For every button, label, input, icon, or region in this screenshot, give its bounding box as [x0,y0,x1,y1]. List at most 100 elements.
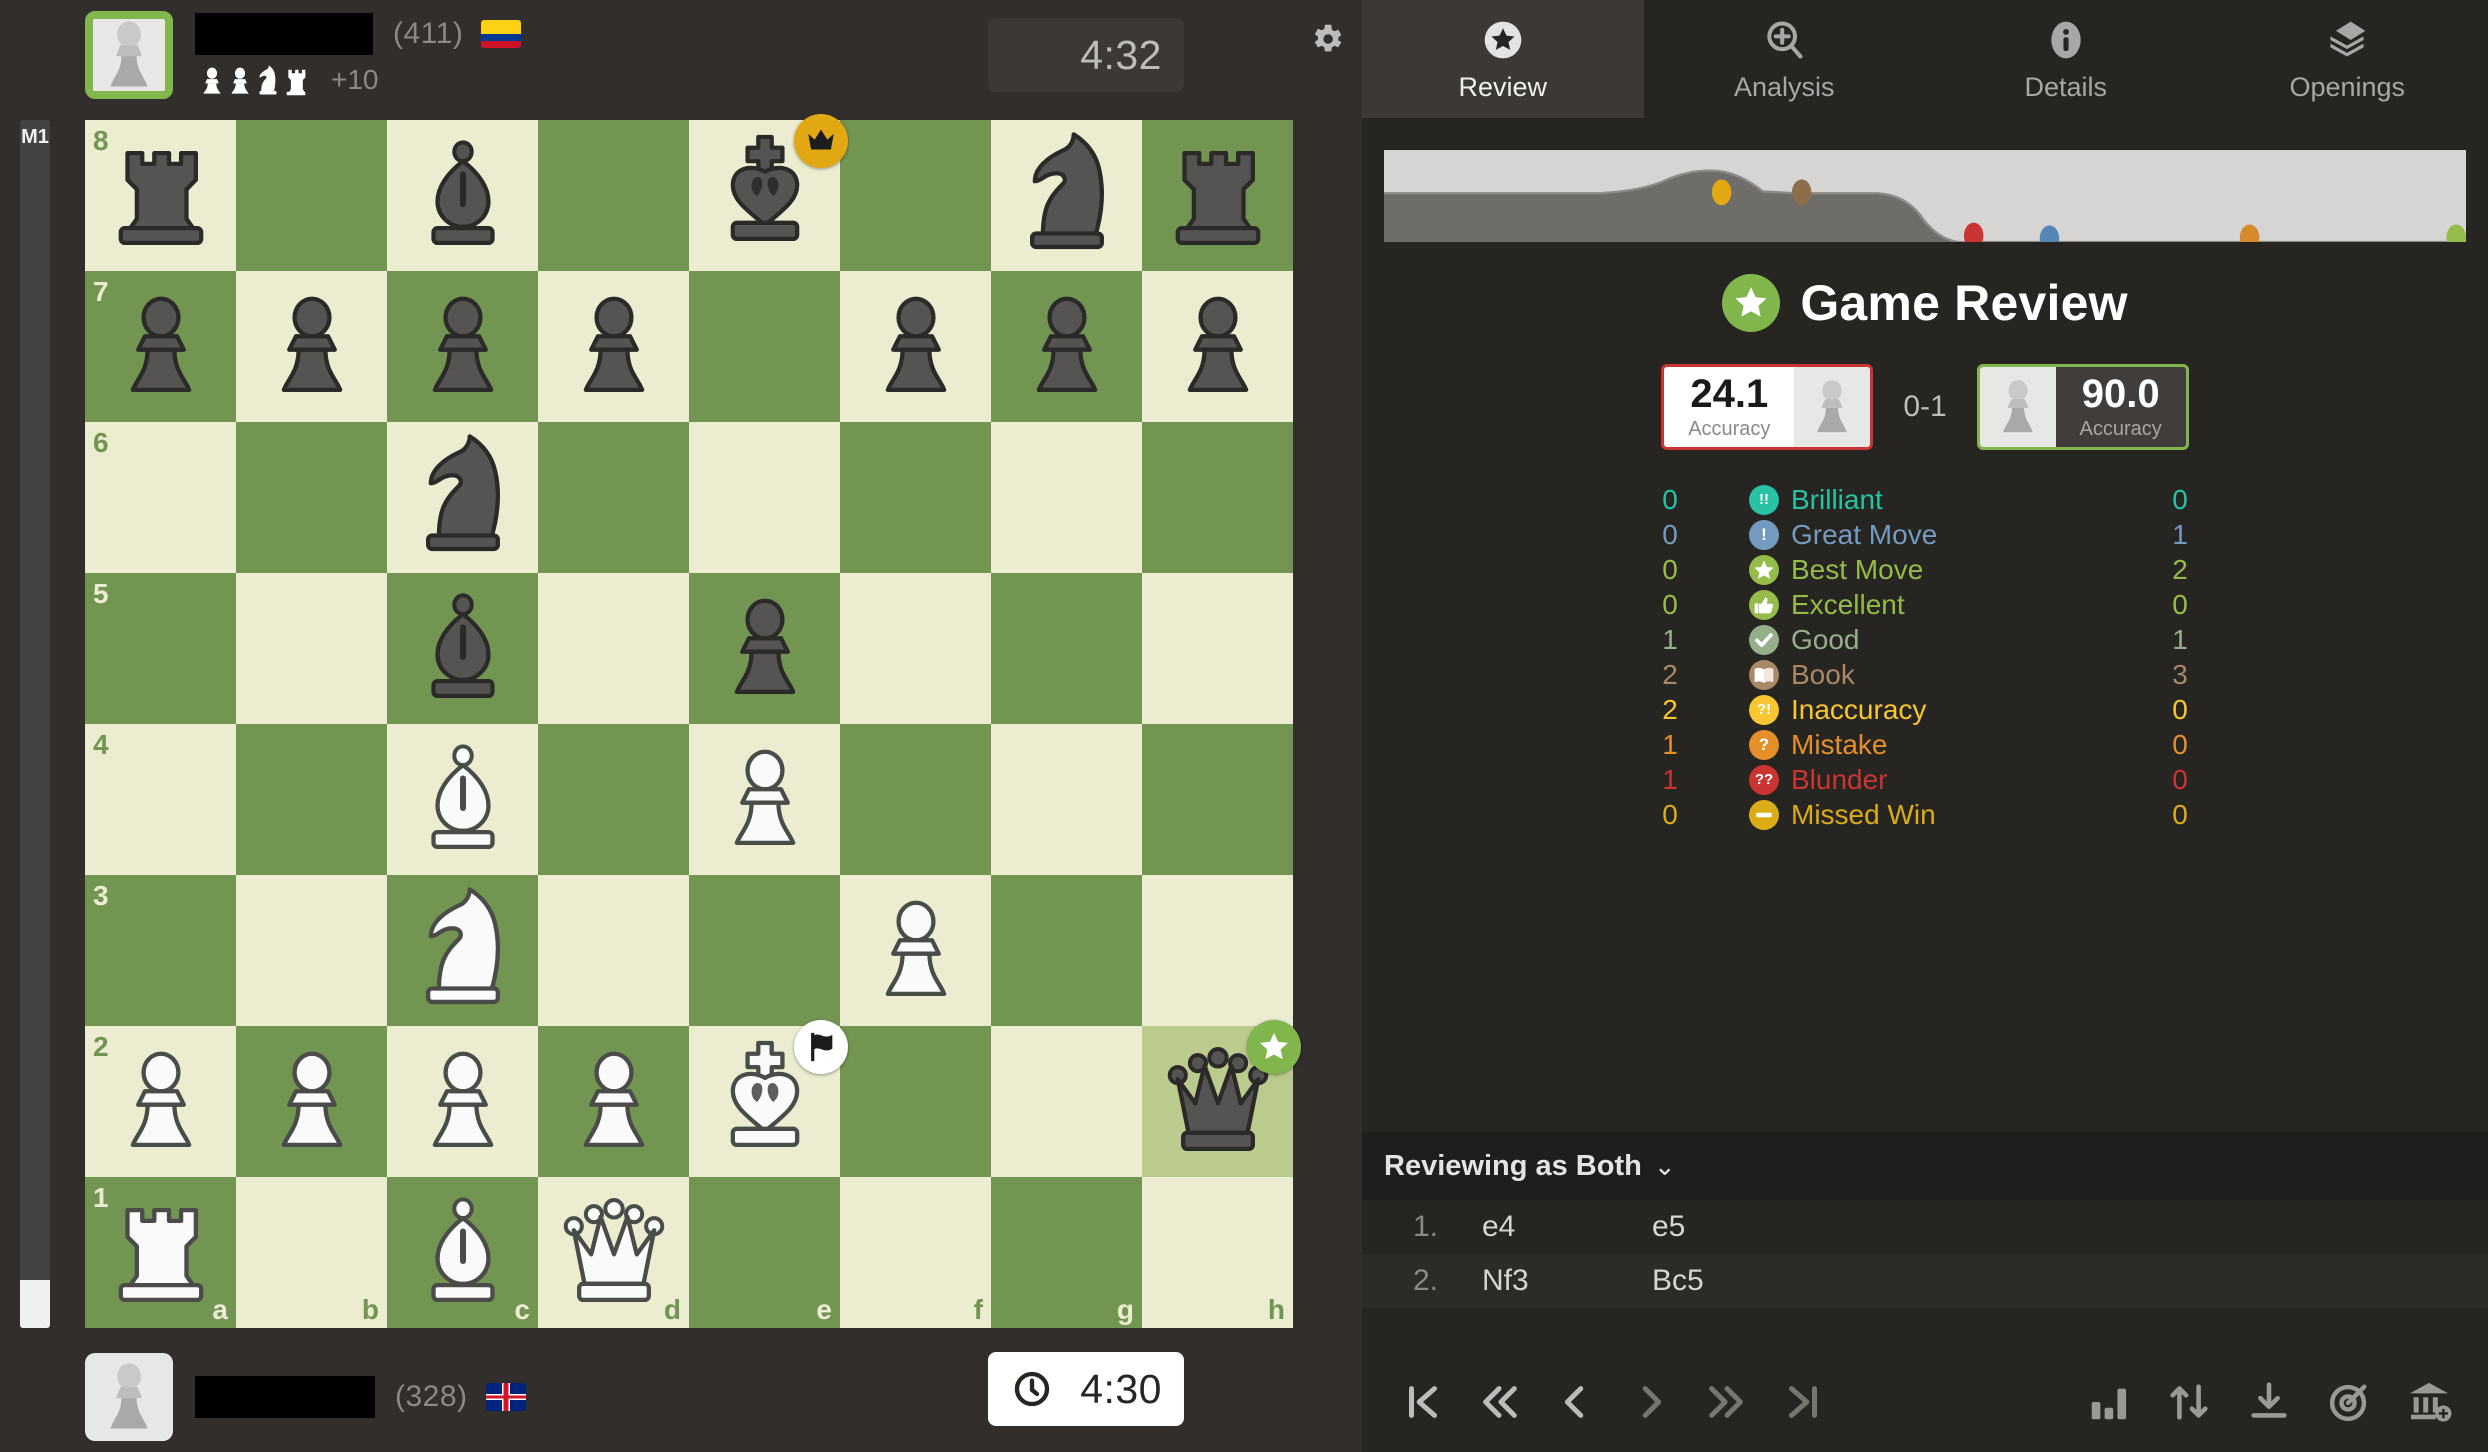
board-square-f3[interactable] [840,875,991,1026]
piece-white-pawn-b2[interactable] [236,1026,387,1177]
piece-black-rook-a8[interactable] [85,120,236,271]
piece-white-pawn-f3[interactable] [840,875,991,1026]
piece-white-rook-a1[interactable] [85,1177,236,1328]
move-row[interactable]: 1. e4 e5 [1362,1200,2488,1254]
board-square-h6[interactable] [1142,422,1293,573]
piece-white-pawn-a2[interactable] [85,1026,236,1177]
black-accuracy-card[interactable]: 90.0 Accuracy [1976,364,2189,450]
board-square-a7[interactable]: 7 [85,271,236,422]
board-square-g3[interactable] [991,875,1142,1026]
board-square-c1[interactable]: c [387,1177,538,1328]
board-square-h3[interactable] [1142,875,1293,1026]
board-square-g6[interactable] [991,422,1142,573]
board-square-c4[interactable] [387,724,538,875]
board-square-g2[interactable] [991,1026,1142,1177]
piece-black-rook-h8[interactable] [1142,120,1293,271]
board-square-e8[interactable] [689,114,848,271]
board-square-a4[interactable]: 4 [85,724,236,875]
board-square-f8[interactable] [840,120,991,271]
go-to-end-button[interactable] [1776,1375,1830,1429]
board-square-b6[interactable] [236,422,387,573]
board-square-b1[interactable]: b [236,1177,387,1328]
white-accuracy-card[interactable]: 24.1 Accuracy [1661,364,1874,450]
move-list[interactable]: 1. e4 e5 2. Nf3 Bc5 [1362,1200,2488,1352]
piece-black-pawn-f7[interactable] [840,271,991,422]
piece-black-bishop-c5[interactable] [387,573,538,724]
board-square-e2[interactable] [689,1020,848,1177]
board-square-c8[interactable] [387,120,538,271]
board-square-b7[interactable] [236,271,387,422]
reviewing-as-selector[interactable]: Reviewing as Both ⌄ [1362,1132,2488,1200]
evaluation-graph[interactable] [1384,150,2466,242]
piece-black-pawn-h7[interactable] [1142,271,1293,422]
board-square-d8[interactable] [538,120,689,271]
rewind-button[interactable] [1472,1375,1526,1429]
board-square-d5[interactable] [538,573,689,724]
top-player-avatar[interactable] [85,11,173,99]
board-square-c7[interactable] [387,271,538,422]
board-square-h8[interactable] [1142,120,1293,271]
board-square-e5[interactable] [689,573,840,724]
board-square-h7[interactable] [1142,271,1293,422]
board-square-c2[interactable] [387,1026,538,1177]
fast-forward-button[interactable] [1700,1375,1754,1429]
piece-black-knight-g8[interactable] [991,120,1142,271]
board-square-e7[interactable] [689,271,840,422]
gear-icon[interactable] [1308,20,1346,58]
board-square-a8[interactable]: 8 [85,120,236,271]
marker-inaccuracy[interactable] [1711,179,1732,206]
library-add-icon[interactable] [2404,1377,2454,1427]
board-square-b2[interactable] [236,1026,387,1177]
black-move[interactable]: Bc5 [1652,1264,1842,1298]
marker-inaccuracy-2[interactable] [2239,224,2260,242]
piece-black-pawn-g7[interactable] [991,271,1142,422]
tab-details[interactable]: Details [1925,0,2207,118]
download-icon[interactable] [2244,1377,2294,1427]
previous-move-button[interactable] [1548,1375,1602,1429]
piece-white-pawn-e4[interactable] [689,724,840,875]
tab-openings[interactable]: Openings [2207,0,2488,118]
piece-black-pawn-a7[interactable] [85,271,236,422]
board-square-f1[interactable]: f [840,1177,991,1328]
piece-black-pawn-b7[interactable] [236,271,387,422]
board-square-b8[interactable] [236,120,387,271]
board-square-f4[interactable] [840,724,991,875]
board-square-d4[interactable] [538,724,689,875]
board-square-e4[interactable] [689,724,840,875]
board-square-c6[interactable] [387,422,538,573]
board-square-c5[interactable] [387,573,538,724]
piece-white-pawn-c2[interactable] [387,1026,538,1177]
board-square-e3[interactable] [689,875,840,1026]
piece-white-queen-d1[interactable] [538,1177,689,1328]
piece-black-pawn-e5[interactable] [689,573,840,724]
board-square-g1[interactable]: g [991,1177,1142,1328]
piece-black-knight-c6[interactable] [387,422,538,573]
board-square-d1[interactable]: d [538,1177,689,1328]
board-square-a5[interactable]: 5 [85,573,236,724]
white-move[interactable]: Nf3 [1462,1264,1652,1298]
board-square-g4[interactable] [991,724,1142,875]
board-square-c3[interactable] [387,875,538,1026]
piece-white-pawn-d2[interactable] [538,1026,689,1177]
board-square-a1[interactable]: 1a [85,1177,236,1328]
target-icon[interactable] [2324,1377,2374,1427]
piece-white-bishop-c1[interactable] [387,1177,538,1328]
board-square-f6[interactable] [840,422,991,573]
marker-best-move[interactable] [2446,224,2466,242]
tab-review[interactable]: Review [1362,0,1644,118]
go-to-start-button[interactable] [1396,1375,1450,1429]
board-square-b5[interactable] [236,573,387,724]
board-square-a6[interactable]: 6 [85,422,236,573]
move-row[interactable]: 2. Nf3 Bc5 [1362,1254,2488,1308]
piece-black-pawn-d7[interactable] [538,271,689,422]
bar-chart-icon[interactable] [2084,1377,2134,1427]
piece-black-pawn-c7[interactable] [387,271,538,422]
board-square-b4[interactable] [236,724,387,875]
marker-mistake[interactable] [1791,179,1812,206]
board-square-b3[interactable] [236,875,387,1026]
piece-white-knight-c3[interactable] [387,875,538,1026]
white-move[interactable]: e4 [1462,1210,1652,1244]
board-square-e6[interactable] [689,422,840,573]
marker-blunder[interactable] [1963,222,1984,242]
marker-great-move[interactable] [2039,225,2060,242]
